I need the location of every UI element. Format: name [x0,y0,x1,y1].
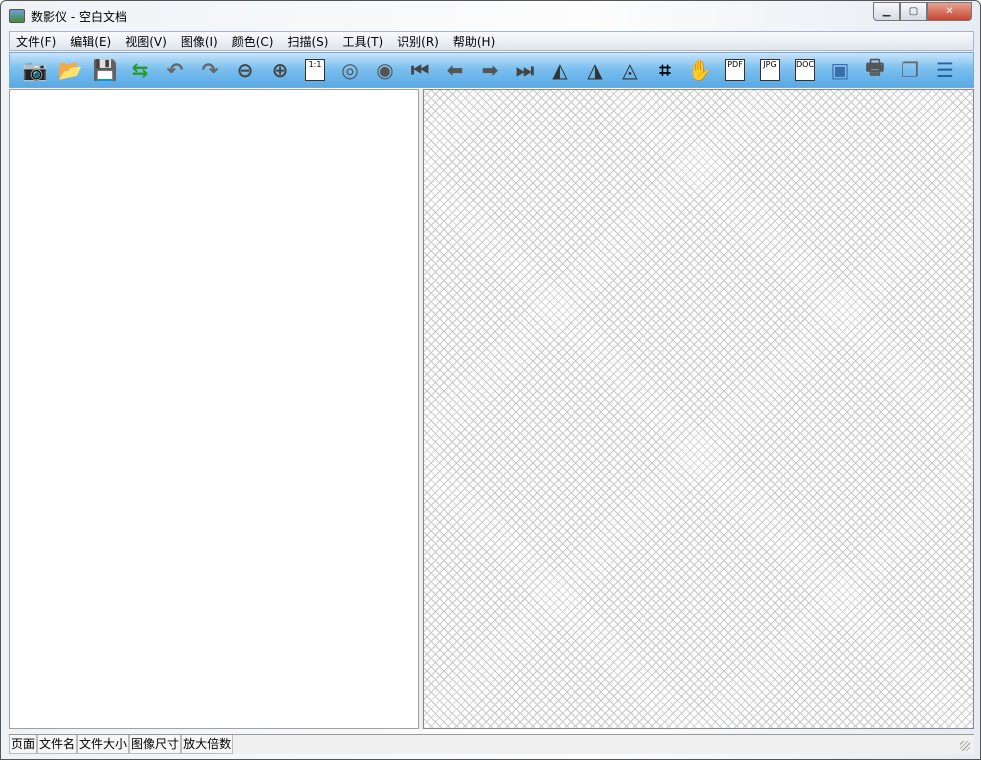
status-pane-2: 文件大小 [77,735,130,754]
menu-item-7[interactable]: 识别(R) [397,33,439,50]
window-title: 数影仪 - 空白文档 [31,9,127,24]
rotate-right-button[interactable]: ↷ [195,55,225,85]
first-page-icon: ⏮ [411,58,429,82]
actual-size-icon: 1:1 [305,59,325,81]
next-button[interactable]: ➡ [475,55,505,85]
scanner-camera-icon: ▣ [830,58,850,82]
status-bar: 页面 文件名 文件大小 图像尺寸 放大倍数 [9,734,974,754]
thumbnail-panel[interactable] [9,89,419,729]
next-icon: ➡ [481,58,499,82]
image-view[interactable] [423,89,974,729]
menu-item-2[interactable]: 视图(V) [125,33,167,50]
minimize-button[interactable]: ▁ [873,2,900,21]
open-folder-icon: 📂 [57,58,83,82]
app-icon [9,9,25,23]
rotate-left-button[interactable]: ↶ [160,55,190,85]
menu-item-6[interactable]: 工具(T) [342,33,383,50]
scanner-camera-button[interactable]: ▣ [825,55,855,85]
actual-size-button[interactable]: 1:1 [300,55,330,85]
pdf-button[interactable]: PDF [720,55,750,85]
rotate-left-icon: ↶ [166,58,184,82]
status-pane-4: 放大倍数 [181,735,234,754]
swap-view-button[interactable]: ⇆ [125,55,155,85]
menu-item-5[interactable]: 扫描(S) [287,33,328,50]
swap-view-icon: ⇆ [131,58,149,82]
zoom-out-button[interactable]: ⊖ [230,55,260,85]
film-reel-2-icon: ◉ [376,58,394,82]
hand-icon: ✋ [687,58,713,82]
close-button[interactable]: ✕ [927,2,972,21]
doc-button[interactable]: DOC [790,55,820,85]
app-window: 数影仪 - 空白文档 ▁ ▢ ✕ 文件(F) 编辑(E) 视图(V) 图像(I) 颜色(… [0,0,981,760]
print-icon: 🖶 [865,55,885,79]
deskew-auto-button[interactable]: ◬ [615,55,645,85]
menu-item-1[interactable]: 编辑(E) [70,33,111,50]
deskew-left-button[interactable]: ◭ [545,55,575,85]
copy-button[interactable]: ❐ [895,55,925,85]
deskew-auto-icon: ◬ [622,58,638,82]
menu-item-0[interactable]: 文件(F) [16,33,56,50]
first-page-button[interactable]: ⏮ [405,55,435,85]
film-reel-button[interactable]: ◎ [335,55,365,85]
camera-icon: 📷 [22,58,48,82]
jpg-icon: JPG [760,59,780,81]
zoom-out-icon: ⊖ [236,58,254,82]
previous-icon: ⬅ [446,58,464,82]
zoom-in-icon: ⊕ [271,58,289,82]
deskew-right-icon: ◮ [587,58,603,82]
menu-bar: 文件(F) 编辑(E) 视图(V) 图像(I) 颜色(C) 扫描(S) 工具(T) 识别(R)… [9,31,974,51]
film-reel-2-button[interactable]: ◉ [370,55,400,85]
window-icon: ☰ [936,58,954,82]
previous-button[interactable]: ⬅ [440,55,470,85]
status-pane-1: 文件名 [37,735,78,754]
doc-icon: DOC [795,59,815,81]
menu-item-3[interactable]: 图像(I) [181,33,218,50]
save-icon: 💾 [92,58,118,82]
camera-button[interactable]: 📷 [20,55,50,85]
toolbar: 📷 📂 💾 ⇆ ↶ ↷ ⊖ ⊕ 1:1 ◎ ◉ ⏮ ⬅ ➡ ⏭ ◭ ◮ ◬ ⌗ ✋ PDF JPG DOC ▣ 🖶 ❐ ☰ [9,52,974,88]
last-page-icon: ⏭ [516,58,534,82]
crop-button[interactable]: ⌗ [650,55,680,85]
window-button[interactable]: ☰ [930,55,960,85]
open-folder-button[interactable]: 📂 [55,55,85,85]
rotate-right-icon: ↷ [201,58,219,82]
zoom-in-button[interactable]: ⊕ [265,55,295,85]
deskew-right-button[interactable]: ◮ [580,55,610,85]
title-bar: 数影仪 - 空白文档 [9,6,127,26]
jpg-button[interactable]: JPG [755,55,785,85]
save-button[interactable]: 💾 [90,55,120,85]
maximize-button[interactable]: ▢ [900,2,927,21]
deskew-left-icon: ◭ [552,58,568,82]
crop-icon: ⌗ [659,58,671,82]
status-pane-0: 页面 [9,735,38,754]
resize-grip[interactable] [960,741,970,751]
last-page-button[interactable]: ⏭ [510,55,540,85]
menu-item-8[interactable]: 帮助(H) [453,33,495,50]
copy-icon: ❐ [901,58,919,82]
status-pane-3: 图像尺寸 [129,735,182,754]
menu-item-4[interactable]: 颜色(C) [232,33,274,50]
hand-button[interactable]: ✋ [685,55,715,85]
pdf-icon: PDF [725,59,745,81]
film-reel-icon: ◎ [341,58,359,82]
print-button[interactable]: 🖶 [860,55,890,85]
